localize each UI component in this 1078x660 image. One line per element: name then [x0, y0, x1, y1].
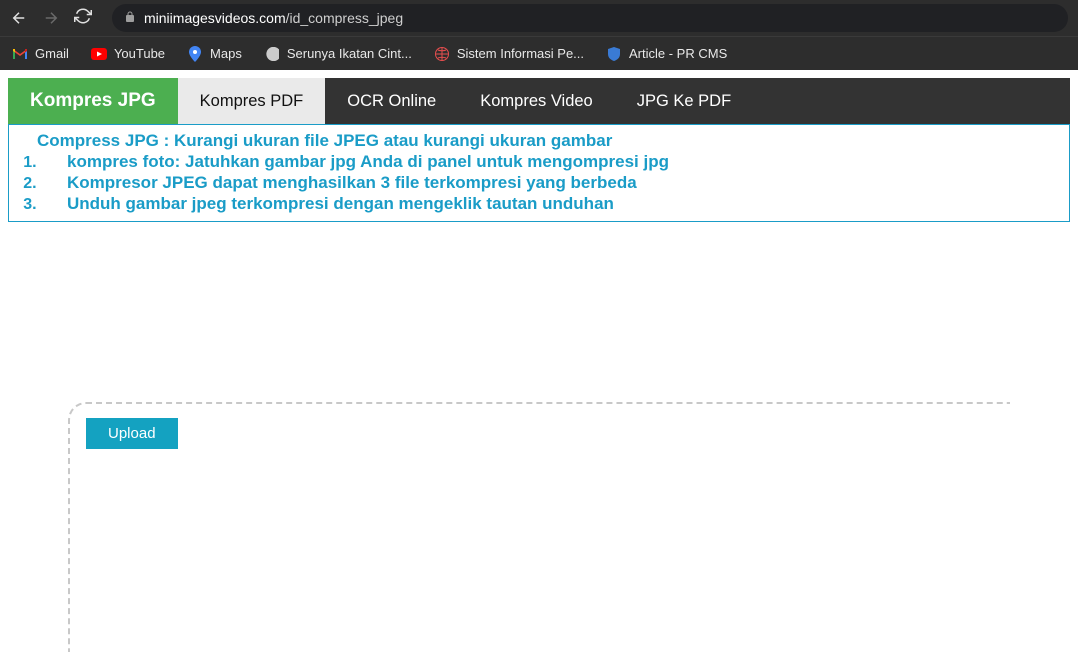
- bookmark-youtube[interactable]: YouTube: [91, 46, 165, 62]
- nav-kompres-pdf[interactable]: Kompres PDF: [178, 78, 326, 124]
- bookmark-label: YouTube: [114, 46, 165, 61]
- nav-kompres-jpg[interactable]: Kompres JPG: [8, 78, 178, 124]
- nav-label: JPG Ke PDF: [637, 92, 731, 111]
- bookmark-sistem[interactable]: Sistem Informasi Pe...: [434, 46, 584, 62]
- nav-label: OCR Online: [347, 92, 436, 111]
- info-item: Kompresor JPEG dapat menghasilkan 3 file…: [41, 173, 1055, 193]
- nav-label: Kompres PDF: [200, 92, 304, 111]
- bookmark-label: Article - PR CMS: [629, 46, 727, 61]
- bookmark-gmail[interactable]: Gmail: [12, 46, 69, 62]
- main-nav: Kompres JPG Kompres PDF OCR Online Kompr…: [8, 78, 1070, 124]
- drop-zone[interactable]: Upload: [68, 402, 1010, 652]
- youtube-icon: [91, 46, 107, 62]
- bookmark-label: Gmail: [35, 46, 69, 61]
- moon-icon: [264, 46, 280, 62]
- maps-icon: [187, 46, 203, 62]
- bookmark-serunya[interactable]: Serunya Ikatan Cint...: [264, 46, 412, 62]
- browser-toolbar: miniimagesvideos.com/id_compress_jpeg: [0, 0, 1078, 36]
- forward-button[interactable]: [42, 9, 60, 27]
- bookmark-label: Serunya Ikatan Cint...: [287, 46, 412, 61]
- bookmark-label: Sistem Informasi Pe...: [457, 46, 584, 61]
- address-bar[interactable]: miniimagesvideos.com/id_compress_jpeg: [112, 4, 1068, 32]
- nav-label: Kompres JPG: [30, 90, 156, 112]
- lock-icon: [124, 11, 136, 26]
- nav-ocr-online[interactable]: OCR Online: [325, 78, 458, 124]
- bookmark-label: Maps: [210, 46, 242, 61]
- url-text: miniimagesvideos.com/id_compress_jpeg: [144, 10, 403, 26]
- reload-button[interactable]: [74, 7, 92, 30]
- info-item: kompres foto: Jatuhkan gambar jpg Anda d…: [41, 152, 1055, 172]
- upload-button[interactable]: Upload: [86, 418, 178, 449]
- globe-icon: [434, 46, 450, 62]
- page-content: Kompres JPG Kompres PDF OCR Online Kompr…: [0, 70, 1078, 660]
- info-list: kompres foto: Jatuhkan gambar jpg Anda d…: [41, 152, 1055, 214]
- gmail-icon: [12, 46, 28, 62]
- back-button[interactable]: [10, 9, 28, 27]
- nav-label: Kompres Video: [480, 92, 593, 111]
- bookmarks-bar: Gmail YouTube Maps Serunya Ikatan Cint..…: [0, 36, 1078, 70]
- nav-kompres-video[interactable]: Kompres Video: [458, 78, 615, 124]
- bookmark-maps[interactable]: Maps: [187, 46, 242, 62]
- info-title: Compress JPG : Kurangi ukuran file JPEG …: [37, 131, 1055, 151]
- info-item: Unduh gambar jpeg terkompresi dengan men…: [41, 194, 1055, 214]
- bookmark-article[interactable]: Article - PR CMS: [606, 46, 727, 62]
- nav-jpg-ke-pdf[interactable]: JPG Ke PDF: [615, 78, 753, 124]
- shield-icon: [606, 46, 622, 62]
- info-box: Compress JPG : Kurangi ukuran file JPEG …: [8, 124, 1070, 222]
